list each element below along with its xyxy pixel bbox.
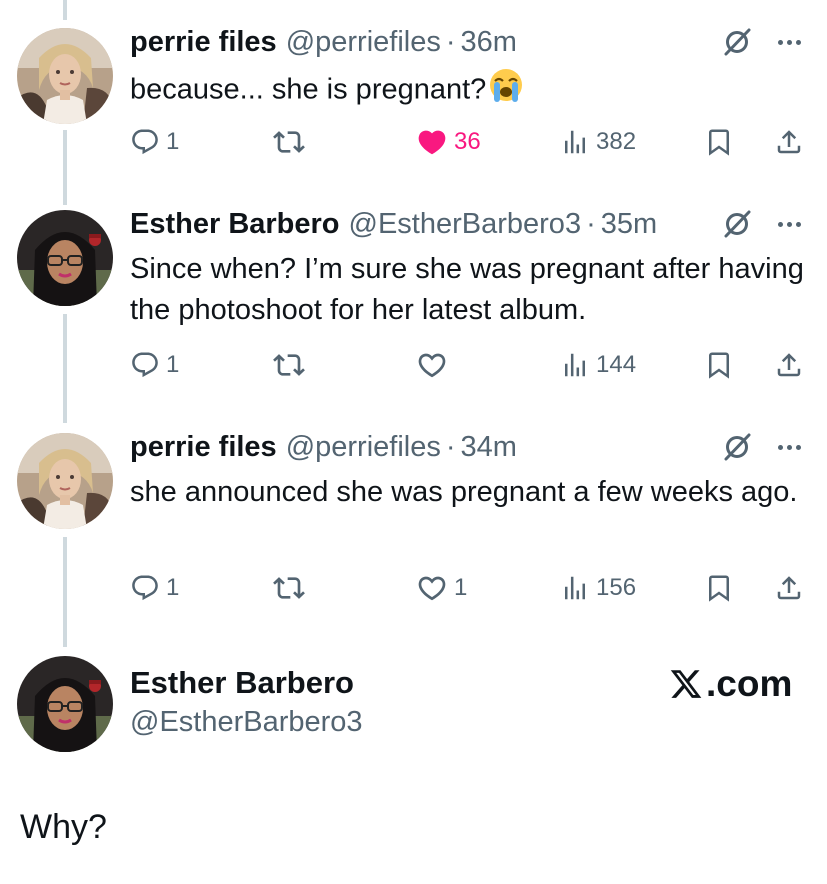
- loudly-crying-face-emoji-icon: [488, 67, 524, 115]
- caption-text: Why?: [20, 808, 107, 846]
- reply-count: 1: [166, 128, 180, 155]
- views-button[interactable]: 144: [560, 345, 636, 385]
- reply-count: 1: [166, 574, 180, 601]
- reply-button[interactable]: 1: [130, 568, 179, 608]
- tweet-actions: 1 144: [130, 345, 810, 385]
- timestamp[interactable]: 35m: [601, 208, 657, 241]
- retweet-button[interactable]: [273, 345, 305, 385]
- reply-icon: [130, 350, 160, 380]
- view-count: 144: [596, 351, 637, 378]
- avatar-perrie-files[interactable]: [17, 28, 113, 124]
- retweet-icon: [273, 126, 305, 158]
- share-button[interactable]: [774, 345, 804, 385]
- bookmark-button[interactable]: [704, 345, 734, 385]
- share-icon: [774, 127, 804, 157]
- tweet-text: she announced she was pregnant a few wee…: [130, 476, 798, 508]
- avatar-perrie-files[interactable]: [17, 433, 113, 529]
- display-name[interactable]: perrie files: [130, 26, 277, 59]
- views-icon: [560, 573, 590, 603]
- thread-line: [63, 537, 67, 647]
- tweet-header: Esther Barbero @EstherBarbero3 · 35m: [130, 204, 657, 244]
- tweet-header: perrie files @perriefiles · 34m: [130, 427, 517, 467]
- more-icon[interactable]: [778, 39, 801, 45]
- avatar-esther-barbero[interactable]: [17, 210, 113, 306]
- reply-icon: [130, 127, 160, 157]
- heart-icon: [416, 572, 448, 604]
- thread-line-top: [63, 0, 67, 20]
- user-handle[interactable]: @perriefiles: [286, 431, 441, 464]
- tweet-text-content: because... she is pregnant?: [130, 73, 487, 106]
- tweet-header: perrie files @perriefiles · 36m: [130, 22, 517, 62]
- bookmark-icon: [704, 350, 734, 380]
- separator-dot: ·: [445, 25, 456, 58]
- views-icon: [560, 350, 590, 380]
- like-button[interactable]: [416, 345, 454, 385]
- heart-filled-icon: [416, 126, 448, 158]
- mute-conversation-icon[interactable]: [722, 27, 752, 57]
- bookmark-button[interactable]: [704, 122, 734, 162]
- separator-dot: ·: [445, 430, 456, 463]
- heart-icon: [416, 349, 448, 381]
- card-user-handle[interactable]: @EstherBarbero3: [130, 706, 363, 739]
- avatar-esther-barbero[interactable]: [17, 656, 113, 752]
- x-logo-icon: [670, 670, 702, 698]
- share-icon: [774, 350, 804, 380]
- tweet-actions: 1 1 156: [130, 568, 810, 608]
- retweet-button[interactable]: [273, 568, 305, 608]
- tweet-header-icons: [722, 204, 801, 244]
- like-count: 36: [454, 128, 481, 155]
- retweet-button[interactable]: [273, 122, 305, 162]
- x-com-brand: .com: [668, 663, 792, 705]
- bookmark-icon: [704, 573, 734, 603]
- thread-line: [63, 130, 67, 205]
- retweet-icon: [273, 349, 305, 381]
- reply-button[interactable]: 1: [130, 122, 179, 162]
- reply-count: 1: [166, 351, 180, 378]
- separator-dot: ·: [586, 207, 596, 240]
- like-button[interactable]: 36: [416, 122, 481, 162]
- view-count: 382: [596, 128, 637, 155]
- tweet-actions: 1 36 382: [130, 122, 810, 162]
- more-icon[interactable]: [778, 221, 801, 227]
- tweet-text: because... she is pregnant?: [130, 67, 810, 115]
- bookmark-button[interactable]: [704, 568, 734, 608]
- views-button[interactable]: 382: [560, 122, 636, 162]
- reply-button[interactable]: 1: [130, 345, 179, 385]
- tweet-text: Since when? I’m sure she was pregnant af…: [130, 253, 804, 326]
- tweet-header-icons: [722, 427, 801, 467]
- mute-conversation-icon[interactable]: [722, 209, 752, 239]
- reply-icon: [130, 573, 160, 603]
- user-handle[interactable]: @EstherBarbero3: [349, 208, 582, 241]
- display-name[interactable]: perrie files: [130, 431, 277, 464]
- tweet-header-icons: [722, 22, 801, 62]
- bookmark-icon: [704, 127, 734, 157]
- like-button[interactable]: 1: [416, 568, 467, 608]
- card-display-name[interactable]: Esther Barbero: [130, 665, 354, 701]
- views-icon: [560, 127, 590, 157]
- thread-line: [63, 314, 67, 423]
- like-count: 1: [454, 574, 468, 601]
- mute-conversation-icon[interactable]: [722, 432, 752, 462]
- share-button[interactable]: [774, 568, 804, 608]
- display-name[interactable]: Esther Barbero: [130, 208, 340, 241]
- share-button[interactable]: [774, 122, 804, 162]
- view-count: 156: [596, 574, 637, 601]
- views-button[interactable]: 156: [560, 568, 636, 608]
- timestamp[interactable]: 34m: [461, 431, 517, 464]
- timestamp[interactable]: 36m: [461, 26, 517, 59]
- brand-domain: .com: [706, 663, 793, 704]
- more-icon[interactable]: [778, 444, 801, 450]
- retweet-icon: [273, 572, 305, 604]
- user-handle[interactable]: @perriefiles: [286, 26, 441, 59]
- share-icon: [774, 573, 804, 603]
